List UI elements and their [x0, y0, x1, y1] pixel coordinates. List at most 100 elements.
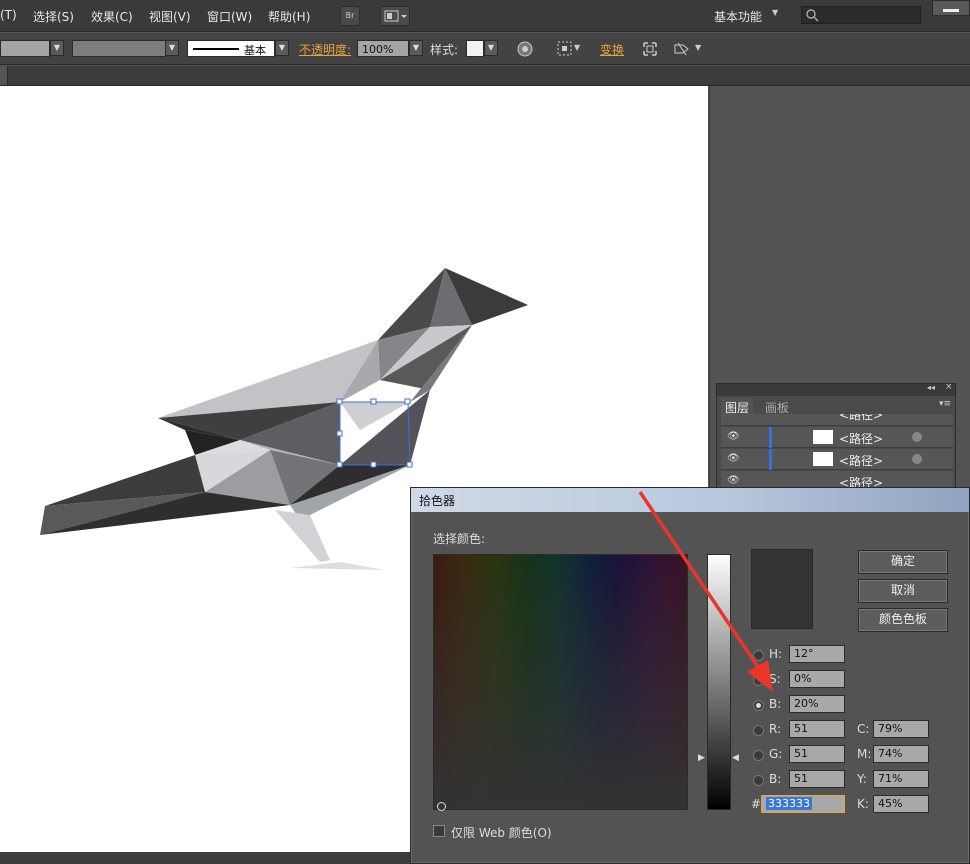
menu-view[interactable]: 视图(V)	[149, 8, 191, 25]
yellow-label: Y:	[857, 772, 867, 786]
cyan-input[interactable]: 79%	[873, 720, 929, 738]
arrange-documents-button[interactable]	[380, 6, 410, 26]
dialog-title-bar[interactable]: 拾色器	[411, 488, 969, 512]
search-input[interactable]	[801, 6, 921, 24]
layer-thumbnail	[813, 452, 833, 466]
chevron-down-icon[interactable]: ▼	[695, 43, 701, 52]
color-field-cursor[interactable]	[437, 802, 446, 811]
red-input[interactable]: 51	[789, 720, 845, 738]
selection-handle	[370, 398, 377, 405]
blue-radio[interactable]	[753, 775, 764, 786]
layer-row[interactable]: <路径>	[721, 414, 953, 426]
panel-header: ◂◂ ×	[717, 382, 955, 396]
menu-select[interactable]: 选择(S)	[33, 8, 74, 25]
slider-handle-right[interactable]: ◀	[732, 753, 739, 763]
chevron-down-icon[interactable]: ▼	[275, 40, 289, 56]
chevron-down-icon[interactable]: ▼	[574, 43, 580, 52]
layers-panel: ◂◂ × 图层 画板 ▾≡ <路径> 👁 <路径> 👁 <路径> 👁 <路径>	[716, 382, 956, 493]
chevron-down-icon[interactable]: ▼	[50, 40, 64, 56]
web-only-checkbox[interactable]	[433, 825, 445, 837]
chevron-down-icon[interactable]: ▼	[484, 40, 498, 56]
isolate-icon[interactable]	[641, 40, 659, 58]
eye-icon[interactable]: 👁	[727, 453, 740, 464]
style-label: 样式:	[430, 43, 459, 57]
menu-type[interactable]: (T)	[0, 8, 17, 22]
magenta-label: M:	[857, 747, 872, 761]
saturation-radio[interactable]	[753, 675, 764, 686]
chevron-down-icon[interactable]: ▼	[409, 40, 423, 56]
menu-window[interactable]: 窗口(W)	[207, 8, 252, 25]
selection-handle	[406, 461, 413, 468]
blue-input[interactable]: 51	[789, 770, 845, 788]
dialog-title: 拾色器	[419, 494, 456, 508]
selection-handle	[404, 398, 411, 405]
layer-thumbnail	[813, 430, 833, 444]
menu-help[interactable]: 帮助(H)	[268, 8, 310, 25]
cyan-label: C:	[857, 722, 870, 736]
eye-icon[interactable]: 👁	[727, 475, 740, 486]
hue-input[interactable]: 12°	[789, 645, 845, 663]
green-radio[interactable]	[753, 750, 764, 761]
selection-handle	[336, 461, 343, 468]
align-to-icon[interactable]	[556, 40, 574, 58]
black-input[interactable]: 45%	[873, 795, 929, 813]
fill-swatch-field[interactable]	[0, 40, 50, 57]
panel-options-icon[interactable]	[672, 40, 692, 58]
hex-input[interactable]: 333333	[761, 795, 845, 813]
minimize-button[interactable]	[932, 0, 970, 16]
layer-row[interactable]: 👁 <路径>	[721, 449, 953, 470]
stroke-weight-field[interactable]	[72, 40, 166, 57]
cancel-button[interactable]: 取消	[858, 579, 948, 603]
search-icon	[806, 9, 819, 22]
brightness-radio[interactable]	[753, 700, 764, 711]
target-icon[interactable]	[912, 454, 922, 464]
opacity-label[interactable]: 不透明度:	[299, 41, 351, 58]
document-tab-strip	[0, 66, 970, 86]
select-color-label: 选择颜色:	[433, 532, 486, 546]
document-tab[interactable]	[0, 66, 8, 85]
recolor-artwork-icon[interactable]	[516, 40, 534, 58]
color-picker-dialog: 拾色器 选择颜色: ▶ ◀ 确定 取消 颜色色板 H: 12° S: 0% B:…	[410, 487, 970, 864]
style-swatch[interactable]	[466, 40, 484, 57]
selection-handle	[336, 398, 343, 405]
minimize-icon	[943, 9, 959, 12]
green-label: G:	[769, 747, 783, 761]
eye-icon[interactable]: 👁	[727, 431, 740, 442]
chevron-down-icon[interactable]: ▼	[165, 40, 179, 56]
red-label: R:	[769, 722, 782, 736]
black-label: K:	[857, 797, 869, 811]
transform-link[interactable]: 变换	[600, 41, 624, 58]
current-color-swatch	[751, 549, 813, 629]
stroke-profile-field[interactable]: 基本	[187, 40, 275, 57]
green-input[interactable]: 51	[789, 745, 845, 763]
chevron-down-icon: ▼	[772, 8, 779, 17]
slider-handle-left[interactable]: ▶	[698, 753, 705, 763]
control-bar: ▼ ▼ 基本 ▼ 不透明度: 100% ▼ 样式: ▼ ▼ 变换 ▼	[0, 33, 970, 65]
opacity-input[interactable]: 100%	[357, 40, 409, 57]
menu-bar: (T) 选择(S) 效果(C) 视图(V) 窗口(W) 帮助(H) Br 基本功…	[0, 0, 970, 32]
menu-effect[interactable]: 效果(C)	[91, 8, 133, 25]
web-only-label: 仅限 Web 颜色(O)	[451, 826, 552, 840]
layer-row[interactable]: 👁 <路径>	[721, 427, 953, 448]
bridge-button[interactable]: Br	[340, 6, 360, 26]
brightness-label: B:	[769, 697, 782, 711]
saturation-input[interactable]: 0%	[789, 670, 845, 688]
brightness-input[interactable]: 20%	[789, 695, 845, 713]
hex-label: #	[751, 797, 762, 811]
brightness-slider[interactable]	[707, 554, 731, 810]
arrange-icon	[384, 10, 407, 22]
close-icon[interactable]: ×	[945, 382, 953, 392]
ok-button[interactable]: 确定	[858, 550, 948, 574]
target-icon[interactable]	[912, 432, 922, 442]
color-field[interactable]	[433, 554, 688, 811]
workspace-switcher[interactable]: 基本功能	[714, 8, 762, 25]
red-radio[interactable]	[753, 725, 764, 736]
selection-handle	[336, 430, 343, 437]
magenta-input[interactable]: 74%	[873, 745, 929, 763]
yellow-input[interactable]: 71%	[873, 770, 929, 788]
saturation-label: S:	[769, 672, 781, 686]
panel-menu-icon[interactable]: ▾≡	[939, 399, 951, 409]
color-swatches-button[interactable]: 颜色色板	[858, 608, 948, 632]
hue-radio[interactable]	[753, 650, 764, 661]
collapse-icon[interactable]: ◂◂	[927, 383, 935, 392]
